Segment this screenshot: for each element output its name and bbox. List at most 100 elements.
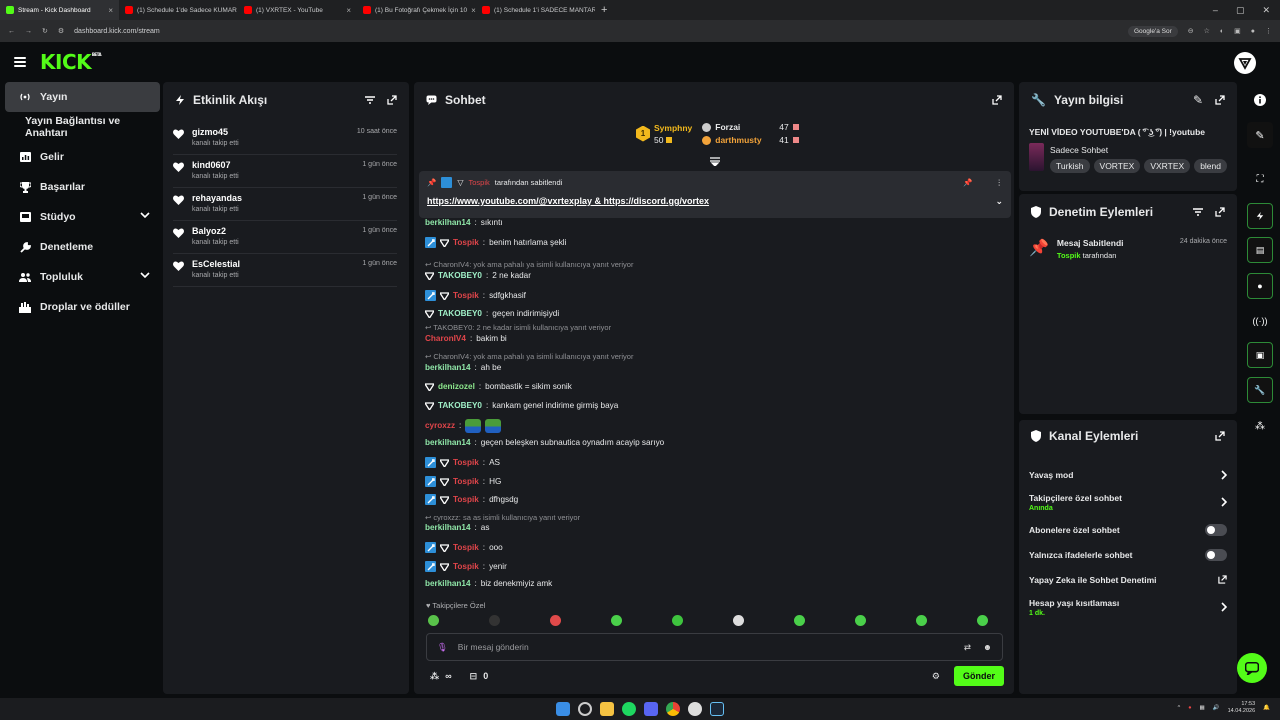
reply-context[interactable]: ↩ cyroxzz: sa as isimli kullanıcıya yanı… <box>425 513 580 522</box>
stream-tag[interactable]: blend <box>1194 159 1227 173</box>
pinned-link-discord[interactable]: https://discord.gg/vortex <box>604 196 710 206</box>
new-tab-button[interactable]: + <box>595 4 613 16</box>
unpin-icon[interactable]: 📌 <box>963 178 972 187</box>
sidebar-item-7[interactable]: Droplar ve ödüller <box>5 292 160 322</box>
volume-icon[interactable]: 🔊 <box>1213 705 1220 711</box>
toggle-switch[interactable] <box>1205 523 1227 536</box>
chevron-right-icon[interactable] <box>1221 469 1227 480</box>
activity-user[interactable]: Balyoz2 <box>192 226 239 236</box>
collapse-icon[interactable]: ⌄ <box>995 196 1003 207</box>
steam-icon[interactable] <box>710 702 724 716</box>
filter-icon[interactable] <box>1193 208 1203 216</box>
chat-username[interactable]: cyroxzz <box>425 421 455 431</box>
discord-icon[interactable] <box>644 702 658 716</box>
zoom-icon[interactable]: ⊖ <box>1188 27 1194 35</box>
maximize-icon[interactable]: ▢ <box>1236 5 1245 16</box>
frog-emote-icon[interactable] <box>465 419 482 433</box>
more-options-icon[interactable]: ⋮ <box>996 178 1004 187</box>
popout-icon[interactable] <box>1215 431 1225 441</box>
chevron-down-icon[interactable] <box>140 272 150 278</box>
notifications-icon[interactable]: 🔔 <box>1263 705 1270 711</box>
activity-user[interactable]: gizmo45 <box>192 127 239 137</box>
chat-message[interactable]: berkilhan14: as <box>425 523 489 533</box>
popout-icon[interactable] <box>1215 207 1225 217</box>
browser-menu-icon[interactable]: ⋮ <box>1265 27 1272 35</box>
emote-icon[interactable] <box>428 615 439 626</box>
activity-user[interactable]: EsCelestial <box>192 259 240 269</box>
sidebar-item-6[interactable]: Topluluk <box>5 262 160 292</box>
search-icon[interactable] <box>578 702 592 716</box>
activity-user[interactable]: rehayandas <box>192 193 242 203</box>
google-ask-chip[interactable]: Google'a Sor <box>1128 25 1178 37</box>
chat-username[interactable]: TAKOBEY0 <box>438 401 482 411</box>
close-window-icon[interactable]: ✕ <box>1262 5 1270 16</box>
profile-chip-icon[interactable]: ● <box>1251 28 1255 35</box>
chat-username[interactable]: TAKOBEY0 <box>438 309 482 319</box>
clock[interactable]: 17:53 14.04.2026 <box>1228 701 1256 715</box>
chat-message[interactable]: berkilhan14: sıkıntı <box>425 218 503 228</box>
edit-icon[interactable]: ✎ <box>1193 93 1203 107</box>
more-tools-icon[interactable]: ⁂ <box>1247 413 1273 439</box>
popout-icon[interactable] <box>387 95 397 105</box>
chat-username[interactable]: Tospik <box>453 291 479 301</box>
channel-action-item[interactable]: Yapay Zeka ile Sohbet Denetimi <box>1019 567 1237 592</box>
expand-gifters-icon[interactable] <box>710 157 720 166</box>
pinned-by-user[interactable]: Tospik <box>469 178 490 187</box>
chat-username[interactable]: Tospik <box>453 477 479 487</box>
chat-username[interactable]: Tospik <box>453 495 479 505</box>
url-field[interactable]: dashboard.kick.com/stream <box>74 28 160 35</box>
sidebar-item-2[interactable]: Gelir <box>5 142 160 172</box>
stream-tag[interactable]: VXRTEX <box>1144 159 1191 173</box>
chat-username[interactable]: berkilhan14 <box>425 523 471 533</box>
wrench-icon[interactable]: 🔧 <box>1247 377 1273 403</box>
forward-icon[interactable]: → <box>25 28 32 35</box>
chat-message[interactable]: Tospik: sdfgkhasif <box>425 290 526 301</box>
channel-points-icon[interactable]: ⁂ <box>430 671 439 682</box>
emote-icon[interactable] <box>916 615 927 626</box>
minimize-icon[interactable]: – <box>1213 5 1218 16</box>
reply-context[interactable]: ↩ CharonIV4: yok ama pahalı ya isimli ku… <box>425 352 633 361</box>
browser-tab[interactable]: (1) Schedule 1'i SADECE MANTAR× <box>476 0 595 20</box>
chat-username[interactable]: Tospik <box>453 238 479 248</box>
extensions-menu-icon[interactable]: ▣ <box>1234 27 1241 35</box>
close-tab-icon[interactable]: × <box>346 6 351 15</box>
kick-logo[interactable]: KICK BETA <box>40 50 102 74</box>
browser-tab[interactable]: (1) VXRTEX - YouTube × <box>238 0 357 20</box>
sidebar-item-0[interactable]: Yayın <box>5 82 160 112</box>
chat-username[interactable]: berkilhan14 <box>425 363 471 373</box>
activity-item[interactable]: Balyoz2 kanalı takip etti 1 gün önce <box>173 221 397 254</box>
top-gifter-3[interactable]: darthmusty 41 <box>702 135 799 145</box>
filter-icon[interactable] <box>365 96 375 104</box>
extension-icon[interactable]: ◐ <box>1220 28 1224 35</box>
emote-icon[interactable] <box>489 615 500 626</box>
activity-user[interactable]: kind0607 <box>192 160 239 170</box>
chat-message[interactable]: Tospik: yenir <box>425 561 507 572</box>
channel-action-item[interactable]: Abonelere özel sohbet <box>1019 517 1237 542</box>
chat-username[interactable]: berkilhan14 <box>425 218 471 228</box>
notes-icon[interactable]: ▤ <box>1247 237 1273 263</box>
floating-chat-button[interactable] <box>1237 653 1267 683</box>
chat-message[interactable]: TAKOBEY0:2 ne kadar <box>425 271 531 281</box>
sidebar-item-5[interactable]: Denetleme <box>5 232 160 262</box>
back-icon[interactable]: ← <box>8 28 15 35</box>
popout-icon[interactable] <box>992 95 1002 105</box>
bookmark-icon[interactable]: ☆ <box>1204 27 1210 35</box>
drops-icon[interactable]: ⊟ <box>470 671 478 682</box>
reply-context[interactable]: ↩ CharonIV4: yok ama pahalı ya isimli ku… <box>425 260 633 269</box>
chat-message[interactable]: TAKOBEY0: geçen indirimişiydi <box>425 309 559 319</box>
emote-icon[interactable] <box>672 615 683 626</box>
top-gifter-2[interactable]: Forzai 47 <box>702 122 799 132</box>
chat-message[interactable]: Tospik: ooo <box>425 542 503 553</box>
chat-username[interactable]: CharonIV4 <box>425 334 466 344</box>
site-info-icon[interactable]: ⚙ <box>58 27 64 35</box>
stream-tag[interactable]: VORTEX <box>1093 159 1141 173</box>
activity-feed-toggle-icon[interactable] <box>1247 203 1273 229</box>
mic-icon[interactable]: ● <box>1188 705 1191 711</box>
chat-username[interactable]: berkilhan14 <box>425 438 471 448</box>
windows-start-icon[interactable] <box>556 702 570 716</box>
emote-icon[interactable] <box>794 615 805 626</box>
chat-input[interactable]: 🎙 Bir mesaj gönderin ⇄ ☻ <box>426 633 1003 661</box>
mod-action-user[interactable]: Tospik <box>1057 251 1081 260</box>
channel-action-item[interactable]: Yalnızca ifadelerle sohbet <box>1019 542 1237 567</box>
activity-item[interactable]: EsCelestial kanalı takip etti 1 gün önce <box>173 254 397 287</box>
